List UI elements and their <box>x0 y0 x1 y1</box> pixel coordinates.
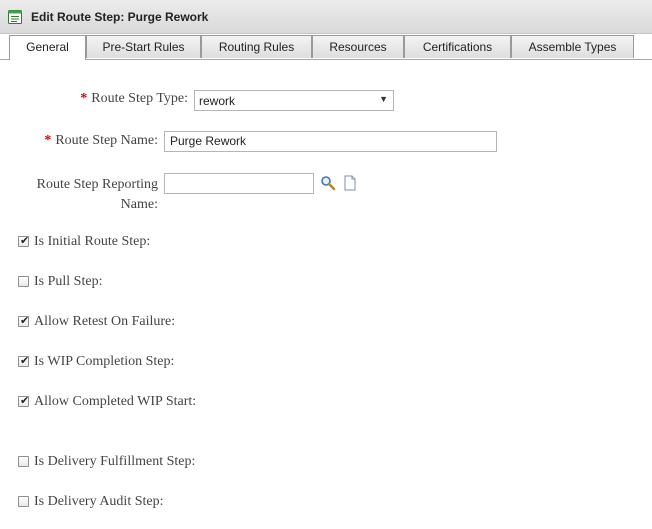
tab-resources[interactable]: Resources <box>312 35 404 58</box>
is-initial-route-step-label: Is Initial Route Step: <box>34 234 151 249</box>
tab-routing-rules[interactable]: Routing Rules <box>201 35 312 58</box>
route-step-type-label: * Route Step Type: <box>80 91 188 106</box>
check-icon: ✔ <box>20 394 30 407</box>
allow-completed-wip-start-checkbox[interactable]: ✔ <box>18 394 30 407</box>
route-step-type-select[interactable]: rework ▼ <box>194 90 394 111</box>
check-icon: ✔ <box>20 314 30 327</box>
reporting-name-field[interactable] <box>164 173 314 194</box>
tab-bar: General Pre-Start Rules Routing Rules Re… <box>0 34 652 60</box>
tab-certifications[interactable]: Certifications <box>404 35 511 58</box>
check-icon: ✔ <box>20 234 30 247</box>
is-initial-route-step-checkbox[interactable]: ✔ <box>18 234 30 247</box>
is-pull-step-label: Is Pull Step: <box>34 274 103 289</box>
route-step-name-label: * Route Step Name: <box>44 133 158 148</box>
is-wip-completion-step-checkbox[interactable]: ✔ <box>18 354 30 367</box>
is-delivery-fulfillment-step-checkbox[interactable] <box>18 456 29 467</box>
edit-route-step-dialog: Edit Route Step: Purge Rework General Pr… <box>0 0 652 529</box>
route-step-name-field[interactable]: Purge Rework <box>164 131 497 152</box>
allow-retest-on-failure-label: Allow Retest On Failure: <box>34 314 176 329</box>
required-marker: * <box>44 133 52 148</box>
form-icon <box>8 10 22 24</box>
check-icon: ✔ <box>20 354 30 367</box>
required-marker: * <box>80 91 88 106</box>
allow-completed-wip-start-label: Allow Completed WIP Start: <box>34 394 197 409</box>
is-delivery-audit-step-label: Is Delivery Audit Step: <box>34 494 164 509</box>
tab-general[interactable]: General <box>9 35 86 60</box>
allow-retest-on-failure-checkbox[interactable]: ✔ <box>18 314 30 327</box>
title-bar: Edit Route Step: Purge Rework <box>0 0 652 34</box>
is-delivery-fulfillment-step-label: Is Delivery Fulfillment Step: <box>34 454 196 469</box>
tab-assemble-types[interactable]: Assemble Types <box>511 35 634 58</box>
is-wip-completion-step-label: Is WIP Completion Step: <box>34 354 175 369</box>
document-icon[interactable] <box>342 175 358 191</box>
route-step-type-value: rework <box>199 94 236 108</box>
is-pull-step-checkbox[interactable] <box>18 276 29 287</box>
tab-pre-start-rules[interactable]: Pre-Start Rules <box>86 35 201 58</box>
general-form: * Route Step Type: rework ▼ * Route Step N… <box>0 60 652 529</box>
chevron-down-icon: ▼ <box>379 94 388 104</box>
search-icon[interactable] <box>320 175 336 191</box>
is-delivery-audit-step-checkbox[interactable] <box>18 496 29 507</box>
reporting-name-label: Route Step Reporting Name: <box>36 177 158 212</box>
dialog-title: Edit Route Step: Purge Rework <box>31 10 209 24</box>
